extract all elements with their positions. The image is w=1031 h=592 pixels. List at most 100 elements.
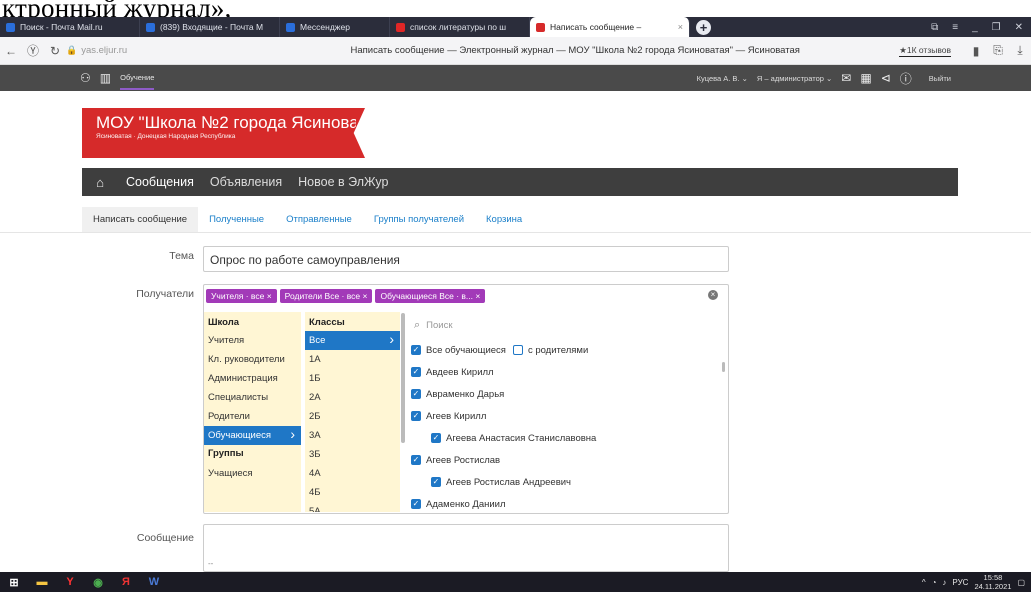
class-item[interactable]: 4А [305,464,400,483]
reload-icon[interactable]: ↻ [44,44,66,58]
tab-groups[interactable]: Группы получателей [363,214,475,232]
logout-link[interactable]: Выйти [929,74,951,83]
school-category-item[interactable]: Родители [204,407,301,426]
user-menu[interactable]: Куцева А. В. ⌄ [697,74,748,83]
menu-news[interactable]: Новое в ЭлЖур [290,175,396,189]
explorer-icon[interactable]: ▬ [28,576,56,588]
announcement-icon[interactable]: ⊲ [881,71,891,85]
url-text[interactable]: yas.eljur.ru [81,45,251,56]
maximize-button[interactable]: ❐ [992,22,1001,33]
student-row[interactable]: ✓ Агеев Ростислав [407,449,721,471]
language-indicator[interactable]: РУС [952,578,968,587]
menu-messages[interactable]: Сообщения [118,175,202,189]
tab-sent[interactable]: Отправленные [275,214,363,232]
browser-tab[interactable]: (839) Входящие - Почта М [140,17,280,37]
student-row[interactable]: ✓ Адаменко Даниил [407,493,721,511]
student-row[interactable]: ✓ Агеева Анастасия Станиславовна [407,427,721,449]
download-icon[interactable]: ⤓ [1009,43,1031,58]
tab-trash[interactable]: Корзина [475,214,533,232]
school-banner[interactable]: МОУ "Школа №2 города Ясиноватая" Ясинова… [82,108,365,158]
checkbox-checked-icon[interactable]: ✓ [411,345,421,355]
back-icon[interactable]: ← [0,44,22,58]
group-item[interactable]: Учащиеся [204,464,301,483]
class-item[interactable]: 3А [305,426,400,445]
all-students-row[interactable]: ✓ Все обучающиеся с родителями [407,339,721,361]
class-item[interactable]: 3Б [305,445,400,464]
library-icon[interactable]: ▥ [100,71,111,85]
checkbox-checked-icon[interactable]: ✓ [411,455,421,465]
classes-scrollbar[interactable] [401,313,405,443]
tab-compose[interactable]: Написать сообщение [82,207,199,232]
browser-tab[interactable]: Мессенджер [280,17,390,37]
chrome-icon[interactable]: ◉ [84,576,112,589]
class-item[interactable]: 2А [305,388,400,407]
search-input[interactable]: Поиск [426,320,452,331]
share-icon[interactable]: ⎘ [987,43,1009,58]
browser-tab[interactable]: список литературы по ш [390,17,530,37]
calendar-icon[interactable]: ▦ [860,71,871,85]
school-category-item[interactable]: Обучающиеся [204,425,301,445]
class-item[interactable]: 2Б [305,407,400,426]
tray-arrow-icon[interactable]: ^ [922,578,926,587]
yandex-icon[interactable]: Ⓨ [22,42,44,59]
checkbox-checked-icon[interactable]: ✓ [431,433,441,443]
network-icon[interactable]: ◔ [932,578,937,587]
document-heading-fragment: ктронный журнал», [0,0,1031,18]
new-tab-button[interactable]: + [696,19,711,35]
student-row[interactable]: ✓ Агеев Кирилл [407,405,721,427]
collections-icon[interactable]: ⧉ [931,22,938,33]
close-window-button[interactable]: ✕ [1015,22,1023,33]
checkbox-checked-icon[interactable]: ✓ [411,389,421,399]
people-icon[interactable]: ⚇ [80,71,91,85]
recipient-chip[interactable]: Учителя · все × [206,289,277,303]
bookmark-icon[interactable]: ▮ [965,44,987,58]
recipient-chip[interactable]: Обучающиеся Все · в... × [375,289,486,303]
school-category-item[interactable]: Кл. руководители [204,350,301,369]
students-scrollbar[interactable] [722,362,725,372]
student-search[interactable]: ⌕ Поиск [410,316,720,334]
start-icon[interactable]: ⊞ [0,576,28,589]
notifications-icon[interactable]: ▢ [1017,578,1025,587]
student-row[interactable]: ✓ Агеев Ростислав Андреевич [407,471,721,493]
school-category-item[interactable]: Специалисты [204,388,301,407]
subject-input[interactable]: Опрос по работе самоуправления [203,246,729,272]
checkbox-checked-icon[interactable]: ✓ [411,367,421,377]
student-row[interactable]: ✓ Авраменко Дарья [407,383,721,405]
browser-tab[interactable]: Поиск - Почта Mail.ru [0,17,140,37]
recipient-chip[interactable]: Родители Все · все × [279,289,373,303]
class-item[interactable]: 4Б [305,483,400,502]
help-icon[interactable]: ⓘ [900,70,912,87]
clock[interactable]: 15:58 24.11.2021 [974,573,1011,591]
word-icon[interactable]: W [140,576,168,588]
minimize-button[interactable]: _ [972,22,978,33]
class-item[interactable]: 1Б [305,369,400,388]
checkbox-checked-icon[interactable]: ✓ [411,411,421,421]
yandex-icon[interactable]: Я [112,576,140,588]
message-textarea[interactable]: -- [203,524,729,572]
favicon-icon [146,22,155,32]
school-category-item[interactable]: Учителя [204,331,301,350]
mail-icon[interactable]: ✉ [841,71,851,85]
with-parents-checkbox[interactable] [512,345,523,355]
close-tab-icon[interactable]: × [678,22,683,32]
class-item[interactable]: 1А [305,350,400,369]
student-row[interactable]: ✓ Авдеев Кирилл [407,361,721,383]
class-item[interactable]: Все [305,330,400,350]
yandex-browser-icon[interactable]: Y [56,576,84,588]
checkbox-checked-icon[interactable]: ✓ [411,499,421,509]
browser-tab[interactable]: Написать сообщение – × [530,17,690,37]
checkbox-checked-icon[interactable]: ✓ [431,477,441,487]
clear-recipients-icon[interactable]: × [708,290,718,300]
role-menu[interactable]: Я – администратор ⌄ [757,74,832,83]
menu-announcements[interactable]: Объявления [202,175,290,189]
tab-received[interactable]: Полученные [198,214,275,232]
favicon-icon [396,22,405,32]
menu-icon[interactable]: ≡ [952,22,958,33]
class-item[interactable]: 5А [305,502,400,512]
nav-obuchenie[interactable]: Обучение [120,66,155,90]
volume-icon[interactable]: ♪ [942,578,946,587]
reviews-link[interactable]: ★1К отзывов [899,45,951,57]
message-subtabs: Написать сообщение Полученные Отправленн… [82,207,958,232]
school-category-item[interactable]: Администрация [204,369,301,388]
home-icon[interactable]: ⌂ [82,175,118,190]
